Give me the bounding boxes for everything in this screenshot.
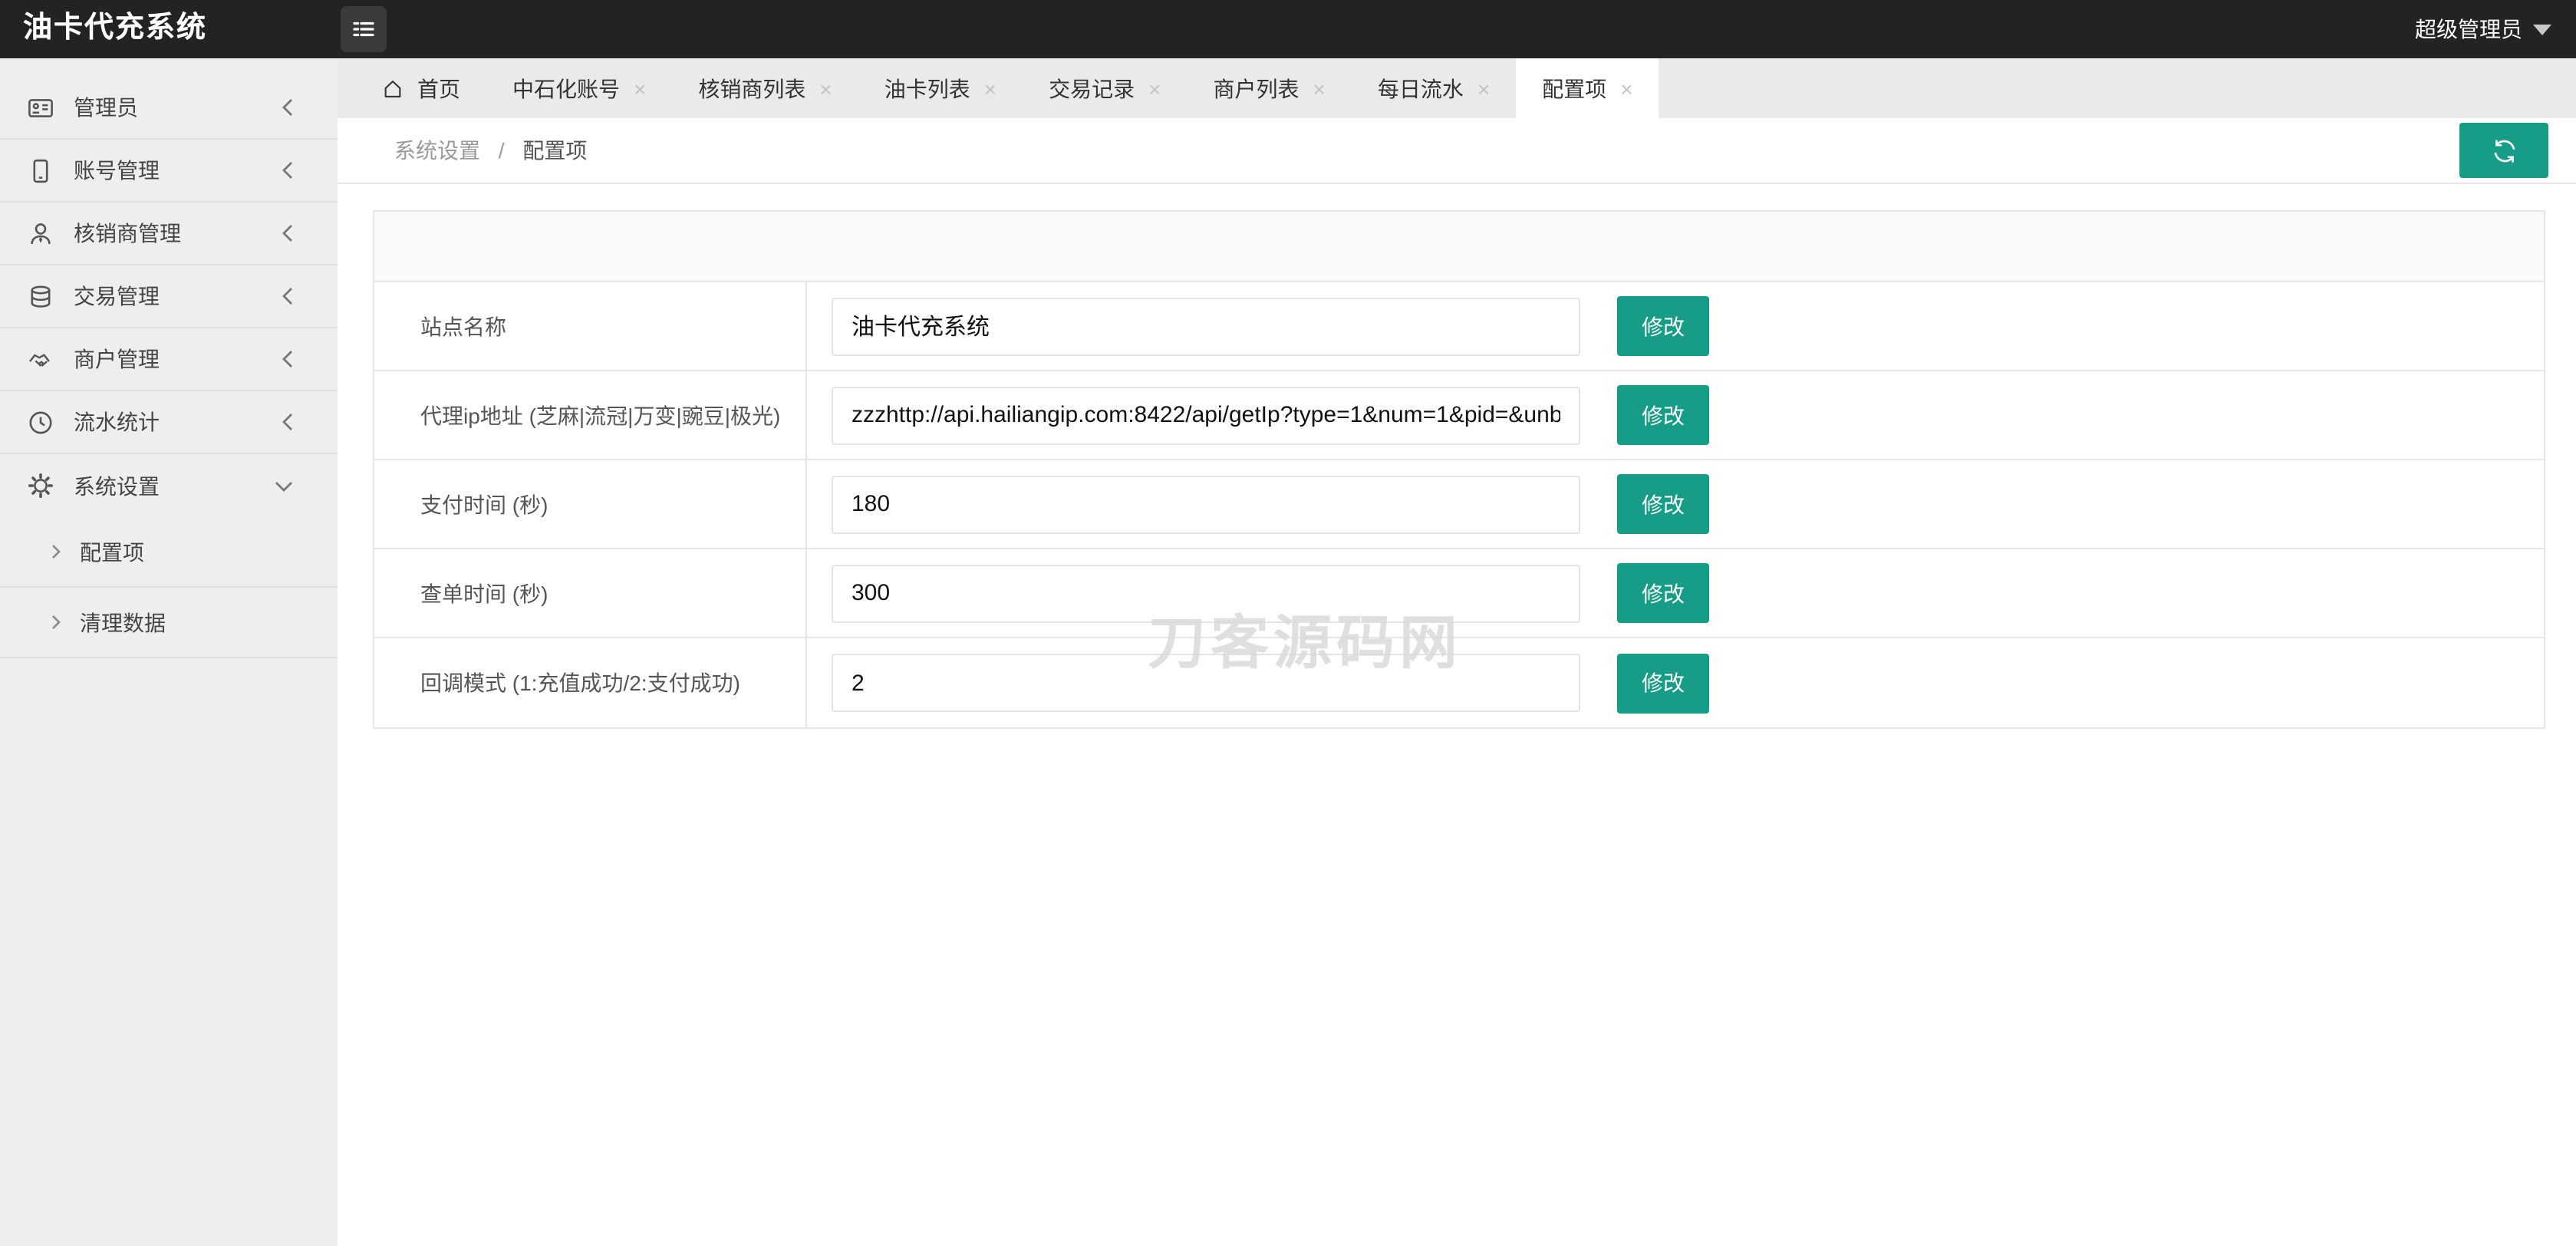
breadcrumb-bar: 系统设置 / 配置项 [338,118,2576,184]
proxy-ip-input[interactable] [832,386,1580,444]
tab-config-active[interactable]: 配置项 × [1516,58,1659,118]
close-icon[interactable]: × [1148,77,1161,99]
breadcrumb: 系统设置 / 配置项 [394,118,587,183]
close-icon[interactable]: × [1313,77,1326,99]
chevron-down-icon [273,479,295,493]
config-label: 站点名称 [374,282,807,370]
sidebar-item-statistics[interactable]: 流水统计 [0,391,338,454]
breadcrumb-parent: 系统设置 [394,138,480,163]
sidebar-item-label: 账号管理 [74,158,160,183]
top-header: 油卡代充系统 超级管理员 [0,0,2576,58]
close-icon[interactable]: × [1620,77,1632,99]
tab-daily-flow[interactable]: 每日流水 × [1352,58,1516,118]
modify-button[interactable]: 修改 [1617,563,1709,623]
config-table-header-row [374,212,2544,282]
sidebar-subitem-label: 配置项 [80,539,144,564]
tab-home[interactable]: 首页 [356,58,486,118]
sidebar-item-accounts[interactable]: 账号管理 [0,140,338,203]
refresh-button[interactable] [2459,123,2548,178]
sidebar-subitem-config[interactable]: 配置项 [0,517,338,588]
close-icon[interactable]: × [634,77,646,99]
chevron-right-icon [51,543,61,560]
tab-label: 配置项 [1542,76,1607,101]
config-row-proxy-ip: 代理ip地址 (芝麻|流冠|万变|豌豆|极光) 修改 [374,371,2544,460]
id-card-icon [28,94,54,120]
chevron-left-icon [281,222,295,244]
query-time-input[interactable] [832,564,1580,622]
tab-sinopec-accounts[interactable]: 中石化账号 × [486,58,672,118]
sidebar-item-admin[interactable]: 管理员 [0,77,338,140]
user-menu[interactable]: 超级管理员 [2415,0,2551,58]
pay-time-input[interactable] [832,475,1580,533]
sidebar-item-label: 系统设置 [74,473,160,498]
sidebar-item-label: 核销商管理 [74,221,181,246]
modify-button[interactable]: 修改 [1617,385,1709,445]
sidebar: 管理员 账号管理 核销商管理 交易管理 商户管理 流水统计 系统设置 配置项 清… [0,58,338,1246]
site-name-input[interactable] [832,297,1580,355]
chevron-left-icon [281,97,295,118]
breadcrumb-current: 配置项 [522,138,588,163]
home-icon [382,77,404,99]
user-icon [28,220,54,246]
config-row-site-name: 站点名称 修改 [374,282,2544,371]
gauge-icon [28,409,54,435]
chevron-right-icon [51,614,61,631]
mobile-icon [28,157,54,183]
config-label: 回调模式 (1:充值成功/2:支付成功) [374,638,807,727]
chevron-left-icon [281,348,295,370]
modify-button[interactable]: 修改 [1617,474,1709,534]
database-icon [28,283,54,309]
refresh-icon [2489,136,2518,165]
config-label: 查单时间 (秒) [374,549,807,637]
tab-label: 每日流水 [1377,76,1464,101]
tab-label: 核销商列表 [698,76,806,101]
handshake-icon [28,346,54,372]
chevron-left-icon [281,160,295,181]
config-label: 支付时间 (秒) [374,460,807,548]
chevron-left-icon [281,411,295,433]
sidebar-item-label: 交易管理 [74,284,160,308]
chevron-down-icon [2533,24,2551,35]
tab-label: 油卡列表 [884,76,970,101]
sidebar-item-transactions[interactable]: 交易管理 [0,265,338,328]
callback-mode-input[interactable] [832,654,1580,712]
tab-label: 商户列表 [1213,76,1300,101]
tab-oil-card-list[interactable]: 油卡列表 × [858,58,1023,118]
chevron-left-icon [281,285,295,307]
config-table: 站点名称 修改 代理ip地址 (芝麻|流冠|万变|豌豆|极光) 修改 支付时间 … [373,210,2545,729]
sidebar-item-label: 商户管理 [74,347,160,371]
config-row-callback-mode: 回调模式 (1:充值成功/2:支付成功) 修改 [374,638,2544,727]
close-icon[interactable]: × [984,77,996,99]
list-menu-icon [350,15,377,43]
tab-bar: 首页 中石化账号 × 核销商列表 × 油卡列表 × 交易记录 × 商户列表 × … [338,58,2576,118]
config-row-query-time: 查单时间 (秒) 修改 [374,549,2544,638]
sidebar-subitem-label: 清理数据 [80,610,166,635]
gear-icon [28,473,54,499]
modify-button[interactable]: 修改 [1617,296,1709,356]
close-icon[interactable]: × [1477,77,1490,99]
close-icon[interactable]: × [819,77,832,99]
sidebar-toggle-button[interactable] [341,6,387,52]
config-row-pay-time: 支付时间 (秒) 修改 [374,460,2544,549]
tab-verifier-list[interactable]: 核销商列表 × [672,58,858,118]
sidebar-subitem-clean-data[interactable]: 清理数据 [0,588,338,658]
sidebar-item-verifiers[interactable]: 核销商管理 [0,203,338,265]
app-title: 油卡代充系统 [23,12,208,44]
sidebar-item-label: 流水统计 [74,410,160,434]
main-content: 站点名称 修改 代理ip地址 (芝麻|流冠|万变|豌豆|极光) 修改 支付时间 … [338,184,2576,1246]
tab-label: 交易记录 [1049,76,1135,101]
sidebar-item-label: 管理员 [74,95,138,120]
tab-transaction-records[interactable]: 交易记录 × [1023,58,1187,118]
tab-label: 首页 [417,76,460,101]
app-viewport: 油卡代充系统 超级管理员 管理员 账号管理 核销商管理 交易管理 商户管理 流水… [0,0,2576,1246]
tab-label: 中石化账号 [512,76,620,101]
sidebar-item-system-settings[interactable]: 系统设置 [0,454,338,517]
user-name: 超级管理员 [2415,17,2522,41]
sidebar-item-merchants[interactable]: 商户管理 [0,328,338,391]
tab-merchant-list[interactable]: 商户列表 × [1188,58,1352,118]
breadcrumb-separator: / [498,138,505,163]
modify-button[interactable]: 修改 [1617,653,1709,713]
config-label: 代理ip地址 (芝麻|流冠|万变|豌豆|极光) [374,371,807,459]
